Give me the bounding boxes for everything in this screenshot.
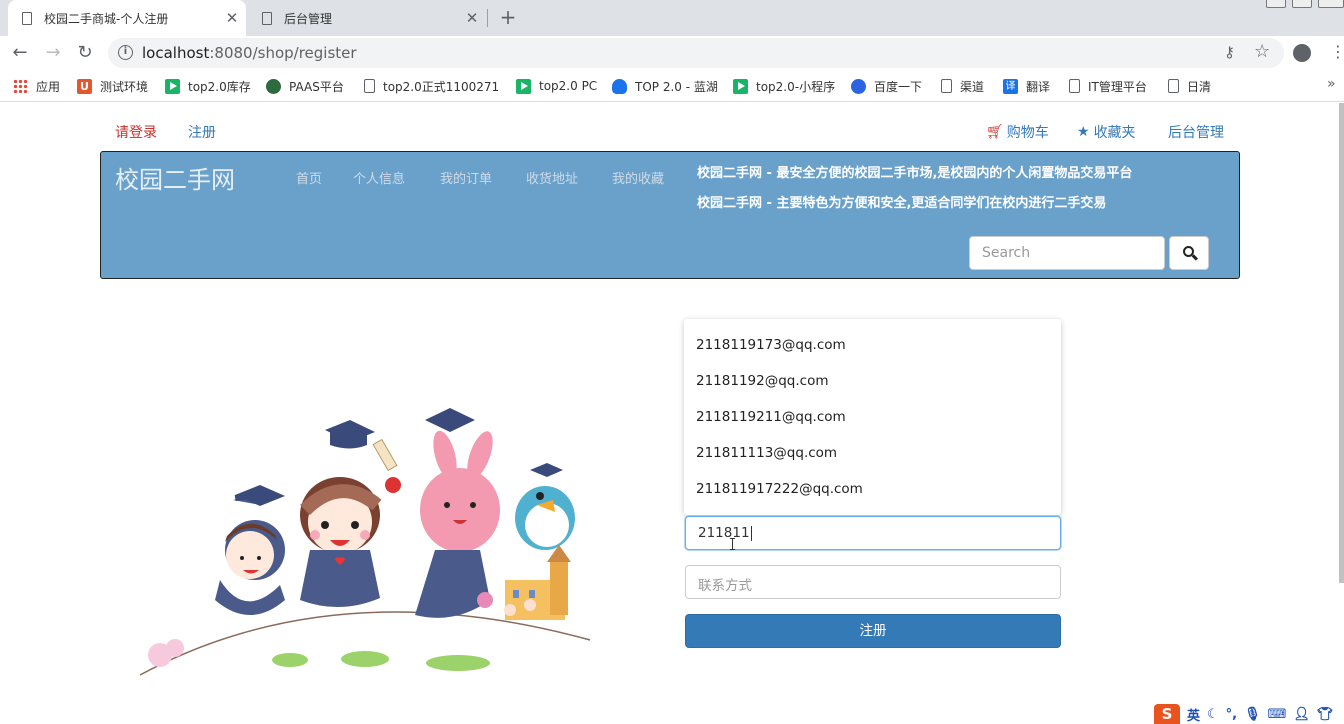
- tab-title: 校园二手商城-个人注册: [44, 11, 169, 26]
- shopping-cart-icon: 🛒︎: [986, 124, 1004, 140]
- admin-link[interactable]: 后台管理: [1168, 122, 1224, 142]
- bookmark-lanhu[interactable]: TOP 2.0 - 蓝湖: [612, 77, 718, 95]
- browser-tabstrip: 校园二手商城-个人注册 ✕ 后台管理 ✕ +: [0, 0, 1344, 36]
- bookmark-top2-pc[interactable]: top2.0 PC: [516, 77, 597, 95]
- autocomplete-option[interactable]: 2118119211@qq.com: [684, 399, 1061, 435]
- bookmark-apps[interactable]: 应用: [13, 77, 60, 95]
- nav-address[interactable]: 收货地址: [526, 168, 578, 187]
- bookmark-top2-prod[interactable]: top2.0正式1100271: [364, 77, 499, 95]
- sogou-logo-icon[interactable]: S: [1154, 704, 1180, 724]
- nav-profile[interactable]: 个人信息: [353, 168, 405, 187]
- profile-avatar-icon[interactable]: [1293, 44, 1311, 62]
- bookmark-test-env[interactable]: U 测试环境: [77, 77, 148, 95]
- cart-link[interactable]: 🛒︎ 购物车: [986, 122, 1049, 142]
- minimize-button[interactable]: [1266, 0, 1286, 8]
- maximize-button[interactable]: [1292, 0, 1312, 8]
- favorites-link[interactable]: ★ 收藏夹: [1077, 122, 1136, 142]
- autocomplete-option[interactable]: 21181192@qq.com: [684, 363, 1061, 399]
- translate-icon: 译: [1003, 78, 1018, 94]
- bookmark-paas[interactable]: PAAS平台: [266, 77, 344, 95]
- nav-home[interactable]: 首页: [296, 168, 322, 187]
- tab-title: 后台管理: [284, 11, 333, 26]
- bookmark-it-platform[interactable]: IT管理平台: [1069, 77, 1147, 95]
- email-autocomplete-dropdown: 2118119173@qq.com 21181192@qq.com 211811…: [684, 319, 1061, 515]
- bookmark-baidu[interactable]: 百度一下: [851, 77, 922, 95]
- shirt-icon[interactable]: 👕︎: [1317, 707, 1334, 722]
- page-icon: [22, 11, 32, 25]
- close-tab-icon[interactable]: ✕: [462, 9, 482, 27]
- bookmark-riqing[interactable]: 日清: [1168, 77, 1211, 95]
- bookmark-top2-stock[interactable]: top2.0库存: [165, 77, 251, 95]
- bookmarks-bar: 应用 U 测试环境 top2.0库存 PAAS平台 top2.0正式1100271…: [0, 70, 1344, 102]
- graduation-cartoon-illustration: [139, 408, 591, 676]
- autocomplete-option[interactable]: 2118119173@qq.com: [684, 327, 1061, 363]
- play-icon: [165, 78, 180, 94]
- close-tab-icon[interactable]: ✕: [222, 9, 242, 27]
- menu-kebab-icon[interactable]: ⋮: [1330, 42, 1344, 61]
- autocomplete-option[interactable]: 211811113@qq.com: [684, 435, 1061, 471]
- tab-register[interactable]: 校园二手商城-个人注册 ✕: [8, 0, 246, 36]
- register-link[interactable]: 注册: [188, 122, 216, 142]
- bookmark-miniprogram[interactable]: top2.0-小程序: [733, 77, 835, 95]
- play-icon: [733, 78, 748, 94]
- bookmark-star-icon[interactable]: ☆: [1254, 41, 1270, 62]
- login-link[interactable]: 请登录: [115, 122, 157, 142]
- page-icon: [364, 79, 375, 93]
- mouse-ibeam-cursor-icon: [730, 538, 735, 550]
- browser-toolbar: ← → ↻ i localhost:8080/shop/register ⚷ ☆…: [0, 36, 1344, 70]
- ime-toolbar: S 英 ☾ °, 🎙︎ ⌨ 👤︎ 👕︎: [1154, 704, 1344, 724]
- nav-orders[interactable]: 我的订单: [440, 168, 492, 187]
- user-icon[interactable]: 👤︎: [1293, 707, 1310, 722]
- tab-separator: [487, 9, 488, 27]
- new-tab-button[interactable]: +: [497, 6, 519, 30]
- slogan-line-2: 校园二手网 - 主要特色为方便和安全,更适合同学们在校内进行二手交易: [697, 196, 1107, 211]
- nav-favorites[interactable]: 我的收藏: [612, 168, 664, 187]
- bird-icon: [612, 78, 627, 94]
- contact-field[interactable]: 联系方式: [685, 565, 1061, 599]
- bookmarks-overflow-icon[interactable]: »: [1327, 76, 1336, 92]
- globe-icon: [266, 78, 281, 94]
- info-icon[interactable]: i: [118, 45, 133, 60]
- url-text: localhost:8080/shop/register: [142, 44, 357, 62]
- page-icon: [1168, 79, 1179, 93]
- microphone-icon[interactable]: 🎙︎: [1244, 707, 1261, 722]
- back-button[interactable]: ←: [7, 40, 33, 66]
- moon-icon[interactable]: ☾: [1207, 707, 1219, 722]
- bookmark-channel[interactable]: 渠道: [941, 77, 984, 95]
- search-button[interactable]: [1169, 236, 1209, 270]
- page-icon: [1069, 79, 1080, 93]
- u-logo-icon: U: [77, 78, 92, 94]
- apps-grid-icon: [13, 78, 28, 94]
- site-banner: 校园二手网 首页 个人信息 我的订单 收货地址 我的收藏 校园二手网 - 最安全…: [100, 151, 1240, 279]
- punctuation-icon[interactable]: °,: [1226, 707, 1237, 722]
- search-input[interactable]: Search: [969, 236, 1165, 270]
- ime-mode-label[interactable]: 英: [1187, 705, 1200, 724]
- page-scrollbar[interactable]: [1339, 103, 1344, 583]
- autocomplete-option[interactable]: 211811917222@qq.com: [684, 471, 1061, 507]
- slogan-line-1: 校园二手网 - 最安全方便的校园二手市场,是校园内的个人闲置物品交易平台: [697, 166, 1133, 181]
- forward-button[interactable]: →: [40, 40, 66, 66]
- star-icon: ★: [1077, 124, 1090, 140]
- keyboard-icon[interactable]: ⌨: [1268, 707, 1287, 722]
- page-icon: [941, 79, 952, 93]
- close-window-button[interactable]: [1318, 0, 1344, 8]
- paw-icon: [851, 78, 866, 94]
- site-brand[interactable]: 校园二手网: [115, 160, 235, 195]
- text-caret: [750, 525, 752, 541]
- reload-button[interactable]: ↻: [72, 40, 98, 66]
- bookmark-translate[interactable]: 译翻译: [1003, 77, 1050, 95]
- page-icon: [262, 11, 272, 25]
- register-button[interactable]: 注册: [685, 614, 1061, 648]
- key-icon[interactable]: ⚷: [1224, 43, 1235, 61]
- email-field[interactable]: 211811: [685, 516, 1061, 550]
- play-icon: [516, 78, 531, 94]
- tab-admin[interactable]: 后台管理 ✕: [248, 0, 486, 36]
- address-bar[interactable]: i localhost:8080/shop/register ⚷ ☆: [108, 38, 1284, 68]
